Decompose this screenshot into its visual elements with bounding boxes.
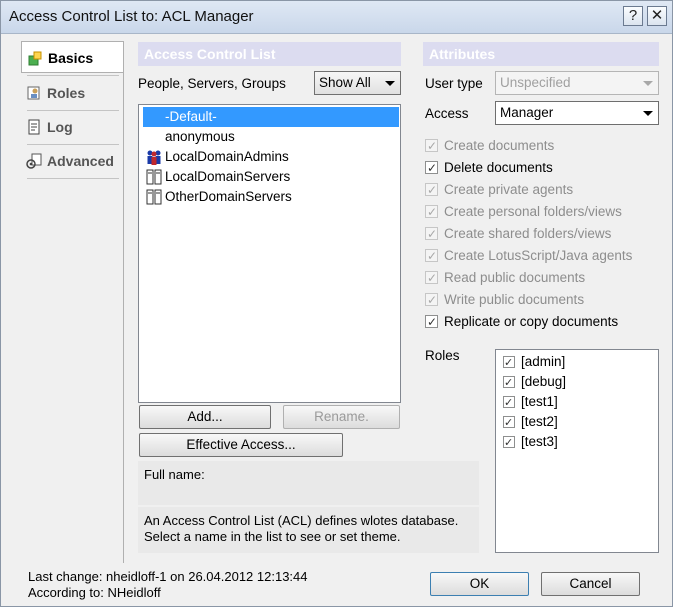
- server-icon: [146, 169, 162, 185]
- tab-divider: [27, 75, 119, 76]
- close-button[interactable]: ✕: [647, 6, 667, 26]
- acl-section-header: Access Control List: [138, 42, 401, 66]
- tab-log[interactable]: Log: [21, 111, 121, 143]
- window-title: Access Control List to: ACL Manager: [9, 8, 254, 25]
- user-type-value: Unspecified: [500, 75, 571, 90]
- title-bar: Access Control List to: ACL Manager ? ✕: [1, 1, 672, 34]
- cancel-button[interactable]: Cancel: [541, 572, 640, 596]
- tab-label: Roles: [47, 85, 86, 101]
- chevron-down-icon: [643, 81, 653, 86]
- chevron-down-icon: [643, 111, 653, 116]
- ok-button[interactable]: OK: [430, 572, 529, 596]
- entry-name: LocalDomainServers: [165, 169, 291, 184]
- server-icon: [146, 189, 162, 205]
- attributes-section-header: Attributes: [423, 42, 659, 66]
- tab-divider: [27, 178, 119, 179]
- basics-icon: [28, 51, 42, 66]
- info-text-line1: An Access Control List (ACL) defines wlo…: [144, 513, 459, 528]
- filter-label: People, Servers, Groups: [138, 76, 286, 91]
- add-button[interactable]: Add...: [139, 405, 271, 429]
- entry-name: LocalDomainAdmins: [165, 149, 289, 164]
- access-select[interactable]: Manager: [495, 101, 659, 125]
- advanced-icon: [26, 153, 42, 169]
- tab-label: Basics: [48, 50, 94, 66]
- roles-label: Roles: [425, 348, 460, 363]
- acl-entry-list[interactable]: -Default- anonymous LocalDomainAdmins Lo…: [138, 104, 401, 403]
- access-label: Access: [425, 106, 469, 121]
- info-text-line2: Select a name in the list to see or set …: [144, 529, 401, 544]
- tab-roles[interactable]: Roles: [21, 77, 121, 109]
- filter-select[interactable]: Show All: [314, 71, 401, 95]
- list-item[interactable]: LocalDomainServers: [143, 167, 399, 187]
- according-to-text: According to: NHeidloff: [28, 585, 161, 600]
- list-item[interactable]: -Default-: [143, 107, 399, 127]
- list-item[interactable]: OtherDomainServers: [143, 187, 399, 207]
- log-icon: [28, 119, 40, 135]
- full-name-panel: Full name:: [138, 461, 479, 505]
- sidebar: Basics Roles Log Advanced: [21, 41, 124, 563]
- access-value: Manager: [500, 105, 554, 120]
- help-button[interactable]: ?: [623, 6, 643, 26]
- roles-list[interactable]: [admin] [debug] [test1] [test2] [test3]: [495, 349, 659, 553]
- last-change-text: Last change: nheidloff-1 on 26.04.2012 1…: [28, 569, 308, 584]
- entry-name: OtherDomainServers: [165, 189, 292, 204]
- effective-access-button[interactable]: Effective Access...: [139, 433, 343, 457]
- tab-advanced[interactable]: Advanced: [21, 145, 121, 177]
- full-name-label: Full name:: [144, 467, 205, 482]
- info-panel: An Access Control List (ACL) defines wlo…: [138, 507, 479, 553]
- roles-icon: [27, 86, 40, 100]
- list-item[interactable]: LocalDomainAdmins: [143, 147, 399, 167]
- chevron-down-icon: [385, 81, 395, 86]
- entry-name: anonymous: [165, 129, 235, 144]
- tab-label: Log: [47, 119, 73, 135]
- acl-dialog: Access Control List to: ACL Manager ? ✕ …: [0, 0, 673, 607]
- list-item[interactable]: anonymous: [143, 127, 399, 147]
- entry-name: -Default-: [165, 109, 217, 124]
- user-type-label: User type: [425, 76, 483, 91]
- tab-basics[interactable]: Basics: [21, 41, 124, 73]
- tab-label: Advanced: [47, 153, 114, 169]
- filter-value: Show All: [319, 75, 371, 90]
- rename-button[interactable]: Rename.: [283, 405, 400, 429]
- user-type-select[interactable]: Unspecified: [495, 71, 659, 95]
- group-icon: [147, 150, 161, 165]
